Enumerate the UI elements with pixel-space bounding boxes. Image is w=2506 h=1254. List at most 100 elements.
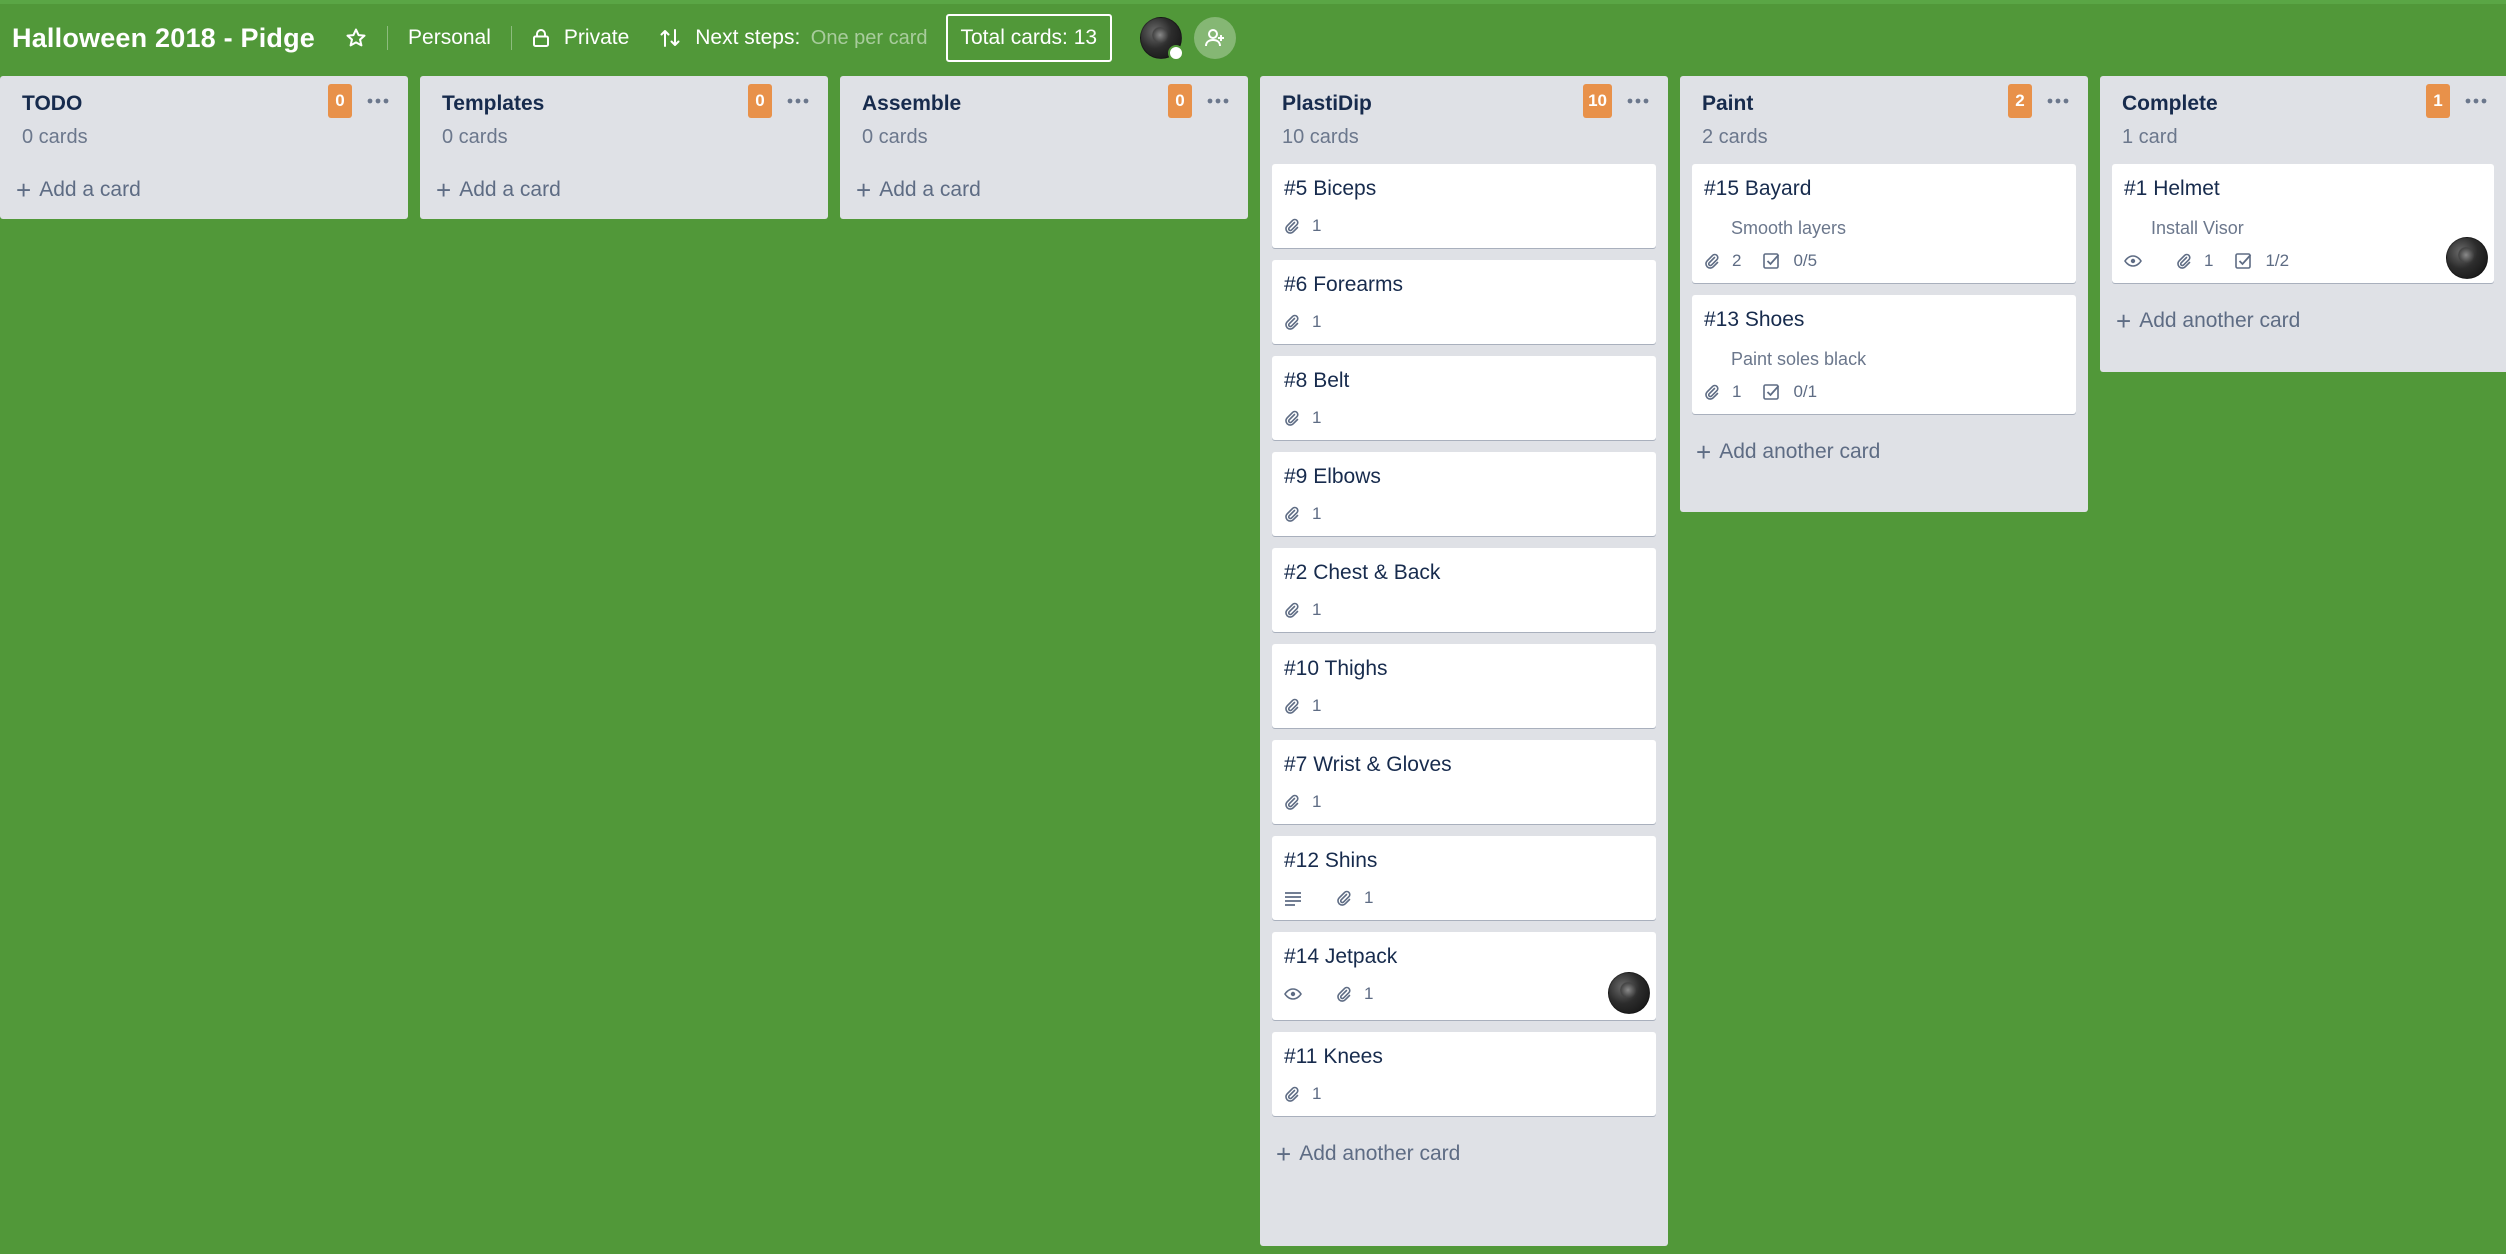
lock-icon xyxy=(532,28,550,48)
plus-icon: + xyxy=(16,175,32,205)
attachment-count: 1 xyxy=(1312,408,1322,427)
card-member-avatar[interactable] xyxy=(1608,972,1650,1014)
card-title: #11 Knees xyxy=(1284,1045,1383,1068)
paperclip-icon xyxy=(1285,1086,1299,1102)
list-menu-button[interactable] xyxy=(2042,86,2074,116)
card-description: Smooth layers xyxy=(1731,218,1847,238)
paperclip-icon xyxy=(1285,314,1299,330)
card-description: Install Visor xyxy=(2151,218,2244,238)
add-card-label: Add a card xyxy=(879,178,981,201)
card[interactable]: #5 Biceps 1 xyxy=(1272,164,1656,248)
list-paint: Paint 2 cards 2 #15 Bayard Smooth layers… xyxy=(1680,76,2088,512)
ellipsis-icon xyxy=(2465,98,2487,104)
card[interactable]: #13 Shoes Paint soles black 1 0/1 xyxy=(1692,295,2076,414)
list-header[interactable]: TODO 0 cards 0 xyxy=(0,76,408,164)
list-header[interactable]: Templates 0 cards 0 xyxy=(420,76,828,164)
list-menu-button[interactable] xyxy=(2460,86,2492,116)
attachment-badge: 1 xyxy=(1284,1084,1321,1104)
attachment-count: 1 xyxy=(1312,792,1322,811)
attachment-badge: 1 xyxy=(1284,600,1321,620)
list-complete: Complete 1 card 1 #1 Helmet Install Viso… xyxy=(2100,76,2506,372)
eye-icon xyxy=(2124,255,2142,267)
card-title: #8 Belt xyxy=(1284,369,1350,392)
list-header[interactable]: Complete 1 card 1 xyxy=(2100,76,2506,164)
card[interactable]: #8 Belt 1 xyxy=(1272,356,1656,440)
card[interactable]: #12 Shins 1 xyxy=(1272,836,1656,920)
ellipsis-icon xyxy=(2047,98,2069,104)
paperclip-icon xyxy=(1705,253,1719,269)
plus-icon: + xyxy=(856,175,872,205)
card[interactable]: #7 Wrist & Gloves 1 xyxy=(1272,740,1656,824)
list-card-count: 0 cards xyxy=(862,126,928,148)
plus-icon: + xyxy=(436,175,452,205)
list-menu-button[interactable] xyxy=(1202,86,1234,116)
card[interactable]: #9 Elbows 1 xyxy=(1272,452,1656,536)
board-title[interactable]: Halloween 2018 - Pidge xyxy=(12,23,315,54)
invite-member-button[interactable] xyxy=(1194,17,1237,59)
list-card-count: 2 cards xyxy=(1702,126,1768,148)
ellipsis-icon xyxy=(367,98,389,104)
card-title: #1 Helmet xyxy=(2124,177,2220,200)
attachment-badge: 1 xyxy=(1336,888,1373,908)
card-title: #6 Forearms xyxy=(1284,273,1404,296)
member-avatar[interactable] xyxy=(1140,17,1185,61)
card-title: #14 Jetpack xyxy=(1284,945,1398,968)
attachment-badge: 1 xyxy=(1284,696,1321,716)
checklist-count: 1/2 xyxy=(2265,251,2290,270)
add-card-button[interactable]: + Add a card xyxy=(0,164,408,216)
attachment-count: 1 xyxy=(1312,216,1322,235)
card[interactable]: #1 Helmet Install Visor 1 1/2 xyxy=(2112,164,2494,283)
attachment-count: 2 xyxy=(1732,251,1742,270)
list-menu-button[interactable] xyxy=(1622,86,1654,116)
card[interactable]: #15 Bayard Smooth layers 2 0/5 xyxy=(1692,164,2076,283)
attachment-badge: 1 xyxy=(1704,382,1741,402)
checklist-badge: 0/1 xyxy=(1763,382,1817,402)
paperclip-icon xyxy=(1285,218,1299,234)
sort-icon xyxy=(659,27,681,49)
paperclip-icon xyxy=(1337,986,1351,1002)
attachment-count: 1 xyxy=(1312,504,1322,523)
card-title: #5 Biceps xyxy=(1284,177,1377,200)
list-header[interactable]: Assemble 0 cards 0 xyxy=(840,76,1248,164)
add-card-button[interactable]: + Add a card xyxy=(840,164,1248,216)
card-description: Paint soles black xyxy=(1731,349,1867,369)
board-header: Halloween 2018 - Pidge Personal Private … xyxy=(0,4,2506,72)
attachment-badge: 1 xyxy=(1284,504,1321,524)
add-card-label: Add another card xyxy=(1719,440,1881,463)
add-card-button[interactable]: + Add another card xyxy=(1260,1128,1668,1180)
list-menu-button[interactable] xyxy=(362,86,394,116)
card[interactable]: #11 Knees 1 xyxy=(1272,1032,1656,1116)
card[interactable]: #2 Chest & Back 1 xyxy=(1272,548,1656,632)
add-card-button[interactable]: + Add a card xyxy=(420,164,828,216)
list-header[interactable]: PlastiDip 10 cards 10 xyxy=(1260,76,1668,164)
card[interactable]: #14 Jetpack 1 xyxy=(1272,932,1656,1020)
next-steps-label: Next steps: xyxy=(695,26,801,49)
admin-badge xyxy=(1168,45,1185,61)
visibility-button[interactable]: Private xyxy=(532,26,629,50)
card-member-avatar[interactable] xyxy=(2446,237,2488,279)
next-steps-button[interactable]: Next steps: One per card xyxy=(659,26,928,50)
card-title: #13 Shoes xyxy=(1704,308,1805,331)
attachment-count: 1 xyxy=(1364,984,1374,1003)
star-icon[interactable] xyxy=(345,27,367,49)
list-card-count: 10 cards xyxy=(1282,126,1359,148)
attachment-count: 1 xyxy=(2204,251,2214,270)
card-title: #2 Chest & Back xyxy=(1284,561,1441,584)
list-count-badge: 10 xyxy=(1583,84,1612,118)
ellipsis-icon xyxy=(1207,98,1229,104)
list-count-badge: 0 xyxy=(748,84,772,118)
card[interactable]: #6 Forearms 1 xyxy=(1272,260,1656,344)
add-card-button[interactable]: + Add another card xyxy=(1680,426,2088,478)
add-card-button[interactable]: + Add another card xyxy=(2100,295,2506,347)
list-header[interactable]: Paint 2 cards 2 xyxy=(1680,76,2088,164)
team-button[interactable]: Personal xyxy=(408,26,491,50)
attachment-badge: 1 xyxy=(2176,251,2213,271)
attachment-count: 1 xyxy=(1312,696,1322,715)
ellipsis-icon xyxy=(787,98,809,104)
list-menu-button[interactable] xyxy=(782,86,814,116)
watching-badge xyxy=(2124,254,2154,268)
card[interactable]: #10 Thighs 1 xyxy=(1272,644,1656,728)
card-title: #15 Bayard xyxy=(1704,177,1812,200)
attachment-count: 1 xyxy=(1312,1084,1322,1103)
checklist-badge: 0/5 xyxy=(1763,251,1817,271)
